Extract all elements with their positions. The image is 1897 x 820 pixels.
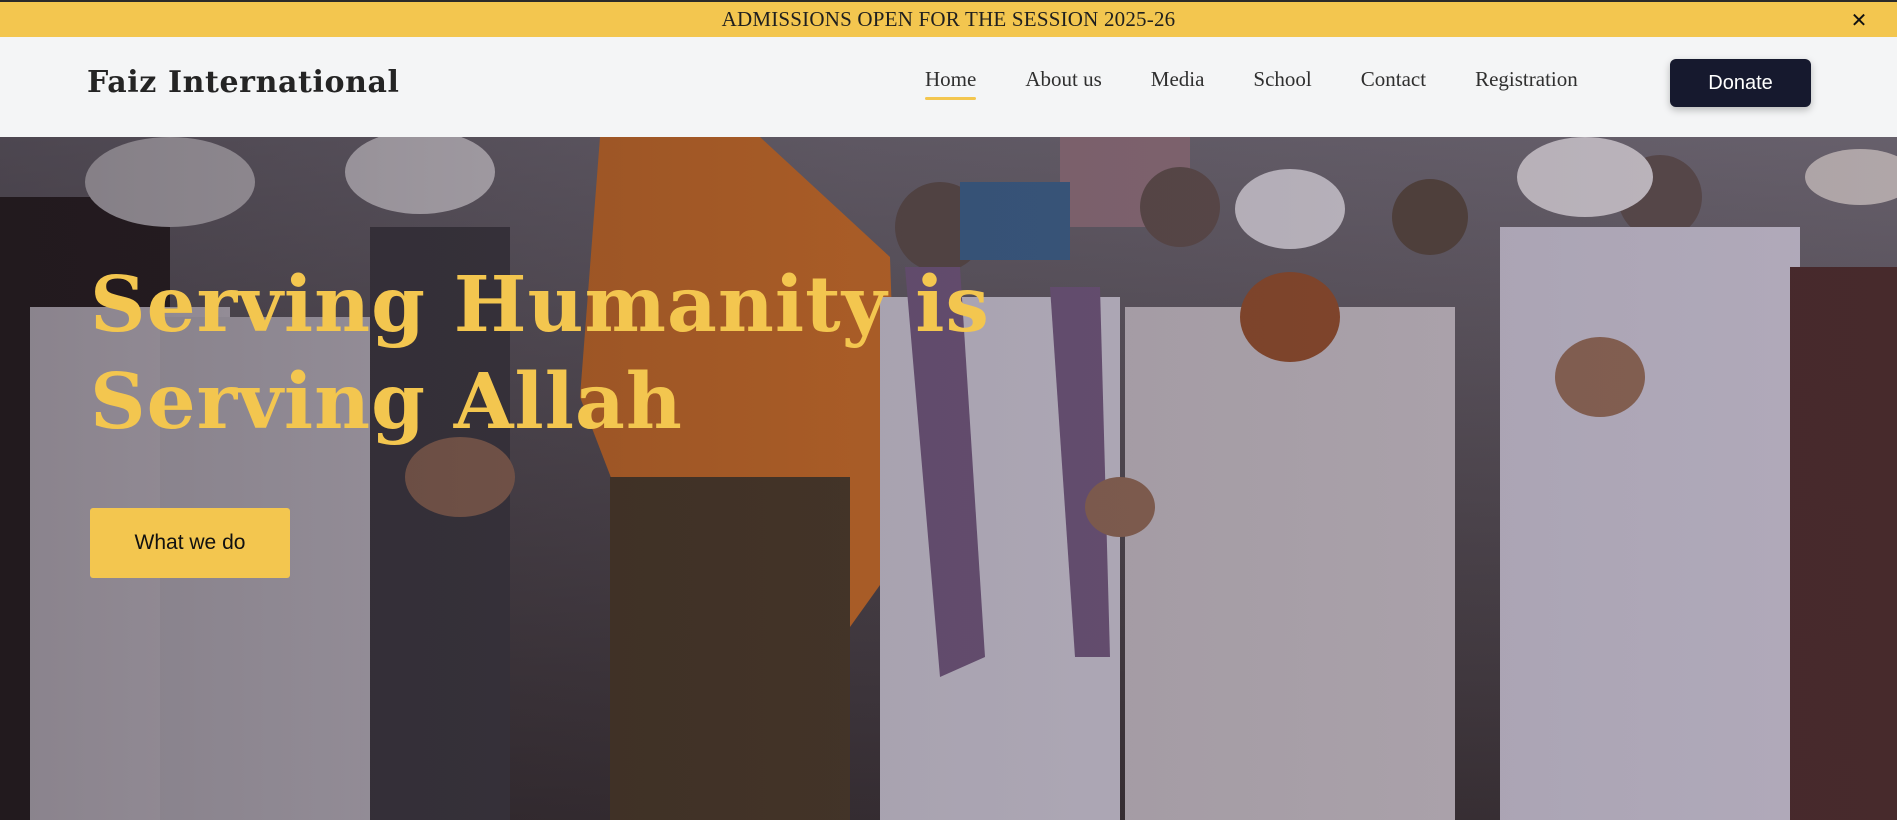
- hero-title: Serving Humanity is Serving Allah: [90, 257, 1190, 451]
- brand-logo-text[interactable]: Faiz International: [87, 65, 400, 100]
- site-header: Faiz International Home About us Media S…: [0, 37, 1897, 137]
- nav-school[interactable]: School: [1253, 67, 1311, 100]
- hero-dark-overlay: [0, 137, 1897, 820]
- announcement-bar: ADMISSIONS OPEN FOR THE SESSION 2025-26 …: [0, 0, 1897, 37]
- nav-contact[interactable]: Contact: [1361, 67, 1426, 100]
- nav-registration[interactable]: Registration: [1475, 67, 1578, 100]
- hero-title-line1: Serving Humanity is: [90, 260, 990, 350]
- nav-home[interactable]: Home: [925, 67, 977, 100]
- donate-button[interactable]: Donate: [1670, 59, 1811, 107]
- nav-about-us[interactable]: About us: [1025, 67, 1101, 100]
- hero-section: Serving Humanity is Serving Allah What w…: [0, 137, 1897, 820]
- hero-title-line2: Serving Allah: [90, 357, 683, 447]
- nav-media[interactable]: Media: [1151, 67, 1205, 100]
- main-nav: Home About us Media School Contact Regis…: [925, 67, 1627, 100]
- what-we-do-button[interactable]: What we do: [90, 508, 290, 578]
- close-icon[interactable]: ✕: [1847, 8, 1871, 32]
- announcement-text: ADMISSIONS OPEN FOR THE SESSION 2025-26: [721, 7, 1176, 31]
